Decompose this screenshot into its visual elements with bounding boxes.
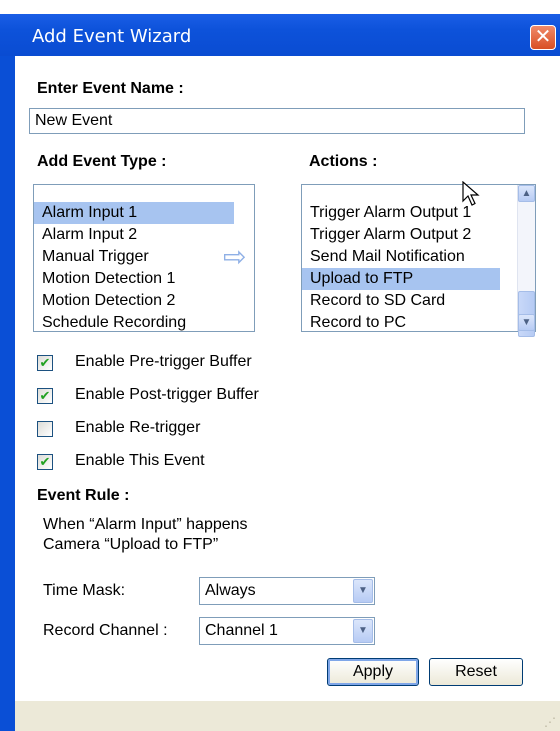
- event-type-list-item[interactable]: Alarm Input 1: [34, 202, 234, 224]
- checkbox-label: Enable Re-trigger: [75, 419, 201, 436]
- time-mask-dropdown-button[interactable]: ▼: [353, 579, 373, 603]
- checkbox[interactable]: [37, 421, 53, 437]
- scroll-up-button[interactable]: ▲: [518, 185, 535, 202]
- event-rule-line-1: When “Alarm Input” happens: [43, 516, 248, 533]
- record-channel-value: Channel 1: [205, 622, 278, 639]
- scroll-up-icon: ▲: [521, 188, 532, 199]
- event-rule-line-2: Camera “Upload to FTP”: [43, 536, 219, 553]
- actions-list-item[interactable]: Send Mail Notification: [302, 246, 500, 268]
- record-channel-label: Record Channel :: [43, 622, 168, 639]
- time-mask-label: Time Mask:: [43, 582, 126, 599]
- add-arrow-icon: ⇨: [223, 241, 247, 272]
- event-type-list-item[interactable]: Schedule Recording: [34, 312, 234, 334]
- checkbox-label: Enable Pre-trigger Buffer: [75, 353, 252, 370]
- actions-list-item[interactable]: Trigger Alarm Output 2: [302, 224, 500, 246]
- event-type-list-item[interactable]: Alarm Input 2: [34, 224, 234, 246]
- check-icon: ✔: [39, 388, 51, 403]
- checkbox[interactable]: ✔: [37, 454, 53, 470]
- actions-list-item[interactable]: Record to PC: [302, 312, 500, 334]
- close-button[interactable]: ✕: [530, 25, 556, 50]
- dialog-body: Enter Event Name : New Event Add Event T…: [15, 56, 560, 731]
- event-type-list-item[interactable]: Motion Detection 1: [34, 268, 234, 290]
- status-bar: ⋰: [15, 701, 560, 731]
- actions-list[interactable]: Trigger Alarm Output 1 Trigger Alarm Outp…: [301, 184, 536, 337]
- time-mask-value: Always: [205, 582, 256, 599]
- add-event-wizard-window: Add Event Wizard ✕ Enter Event Name : Ne…: [0, 0, 560, 731]
- actions-scrollbar[interactable]: ▲ ▼: [517, 185, 535, 337]
- chevron-down-icon: ▼: [358, 625, 368, 636]
- record-channel-select[interactable]: Channel 1 ▼: [199, 617, 375, 645]
- event-type-list-item[interactable]: Motion Detection 2: [34, 290, 234, 312]
- time-mask-select[interactable]: Always ▼: [199, 577, 375, 605]
- checkbox-label: Enable Post-trigger Buffer: [75, 386, 259, 403]
- event-name-input[interactable]: New Event: [29, 108, 525, 134]
- checkbox-label: Enable This Event: [75, 452, 205, 469]
- title-bar: Add Event Wizard ✕: [0, 0, 560, 56]
- scroll-down-icon: ▼: [521, 317, 532, 328]
- close-icon: ✕: [534, 26, 552, 48]
- window-title: Add Event Wizard: [32, 26, 192, 47]
- checkbox[interactable]: ✔: [37, 388, 53, 404]
- event-rule-label: Event Rule :: [37, 487, 130, 504]
- record-channel-dropdown-button[interactable]: ▼: [353, 619, 373, 643]
- event-type-list-item[interactable]: Manual Trigger: [34, 246, 234, 268]
- event-type-label: Add Event Type :: [37, 153, 167, 170]
- event-type-list[interactable]: Alarm Input 1 Alarm Input 2 Manual Trigger…: [33, 184, 255, 332]
- mouse-cursor-icon: [462, 181, 480, 206]
- scroll-down-button[interactable]: ▼: [518, 314, 535, 331]
- actions-list-item[interactable]: Record to SD Card: [302, 290, 500, 312]
- check-icon: ✔: [39, 355, 51, 370]
- checkbox[interactable]: ✔: [37, 355, 53, 371]
- actions-list-item[interactable]: Upload to FTP: [302, 268, 500, 290]
- event-name-label: Enter Event Name :: [37, 80, 184, 97]
- actions-label: Actions :: [309, 153, 378, 170]
- chevron-down-icon: ▼: [358, 585, 368, 596]
- reset-button[interactable]: Reset: [429, 658, 523, 686]
- resize-grip-icon[interactable]: ⋰: [544, 715, 556, 729]
- check-icon: ✔: [39, 454, 51, 469]
- apply-button[interactable]: Apply: [327, 658, 419, 686]
